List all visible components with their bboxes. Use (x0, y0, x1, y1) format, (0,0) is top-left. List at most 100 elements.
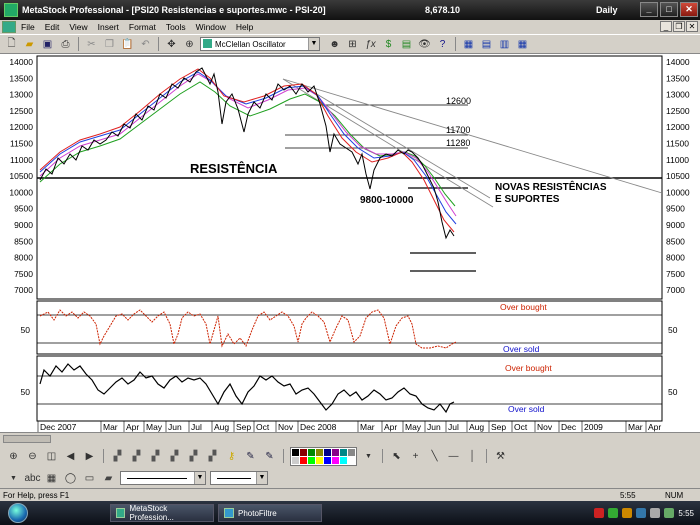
time-axis-label: Mar (103, 422, 118, 432)
messenger-icon[interactable] (636, 508, 647, 518)
print-preview-icon[interactable]: ⎙ (58, 37, 73, 52)
time-axis-label: Sep (236, 422, 251, 432)
chart-canvas[interactable]: 14000 13500 13000 12500 12000 11500 11000 10500… (0, 54, 700, 432)
chart-style-2-icon[interactable]: ▞ (129, 449, 144, 464)
menu-format[interactable]: Format (124, 22, 161, 32)
table-icon[interactable]: ▦ (44, 471, 59, 486)
money-icon[interactable]: ▤ (399, 37, 414, 52)
key-icon[interactable]: ⚷ (224, 449, 239, 464)
start-button[interactable] (0, 501, 36, 525)
pin-icon[interactable]: ✎ (243, 449, 258, 464)
zoom-icon[interactable]: ⊕ (182, 37, 197, 52)
move-cross-icon[interactable]: ✥ (164, 37, 179, 52)
network-icon[interactable] (608, 508, 619, 518)
chevron-down-icon[interactable]: ▼ (194, 472, 205, 484)
chart-style-4-icon[interactable]: ▞ (167, 449, 182, 464)
ellipse-icon[interactable]: ◯ (63, 471, 78, 486)
expert-advisor-icon[interactable]: ☻ (327, 37, 342, 52)
chart-style-5-icon[interactable]: ▞ (186, 449, 201, 464)
fill-icon[interactable]: ▰ (101, 471, 116, 486)
system-tester-icon[interactable]: $ (381, 37, 396, 52)
battery-icon[interactable] (664, 508, 675, 518)
price-tick-left: 10500 (9, 171, 33, 181)
time-axis-label: Dec 2007 (40, 422, 77, 432)
price-tick-left: 11000 (10, 155, 33, 165)
marker-icon[interactable]: ✎ (262, 449, 277, 464)
price-tick-right: 10500 (666, 171, 690, 181)
horizontal-scrollbar[interactable] (0, 432, 700, 444)
taskbar-photofiltre[interactable]: PhotoFiltre (218, 504, 322, 522)
text-tool-icon[interactable]: abc (24, 471, 40, 486)
menu-help[interactable]: Help (231, 22, 258, 32)
price-tick-right: 11500 (666, 139, 689, 149)
menu-file[interactable]: File (16, 22, 40, 32)
security-icon[interactable] (622, 508, 633, 518)
scroll-thumb[interactable] (3, 435, 51, 443)
time-axis-label: Nov (537, 422, 553, 432)
price-tick-right: 9500 (666, 204, 685, 214)
cut-icon[interactable]: ✂ (84, 37, 99, 52)
save-icon[interactable]: ▣ (40, 37, 55, 52)
trendline-icon[interactable]: ╲ (427, 449, 442, 464)
zoom-out-icon[interactable]: ⊖ (25, 449, 40, 464)
doc-minimize-button[interactable]: _ (660, 21, 672, 32)
palette-dropdown-icon[interactable]: ▼ (361, 449, 376, 464)
doc-restore-button[interactable]: ❐ (673, 21, 685, 32)
copy-icon[interactable]: ❐ (102, 37, 117, 52)
minimize-button[interactable]: _ (640, 2, 658, 17)
osc1-tick-left: 50 (21, 325, 31, 335)
horizontal-line-icon[interactable]: — (446, 449, 461, 464)
scroll-left-icon[interactable]: ◀ (63, 449, 78, 464)
metastock-task-icon (116, 508, 126, 518)
time-axis-label: Apr (648, 422, 661, 432)
osc1-tick-right: 50 (668, 325, 678, 335)
cascade-icon[interactable]: ▦ (461, 37, 476, 52)
new-file-icon[interactable]: 🗋 (4, 37, 19, 52)
chart-window[interactable]: 14000 13500 13000 12500 12000 11500 11000 10500… (0, 54, 700, 432)
osc2-overbought-label: Over bought (505, 363, 552, 373)
formula-icon[interactable]: ƒx (363, 37, 378, 52)
chart-style-1-icon[interactable]: ▞ (110, 449, 125, 464)
undo-icon[interactable]: ↶ (138, 37, 153, 52)
color-palette[interactable] (290, 446, 357, 466)
line-width-select[interactable]: ▼ (210, 471, 268, 485)
close-button[interactable]: ✕ (680, 2, 698, 17)
open-folder-icon[interactable]: ▰ (22, 37, 37, 52)
fit-icon[interactable]: ◫ (44, 449, 59, 464)
binoculars-icon[interactable]: 👁 (417, 37, 432, 52)
chart-style-3-icon[interactable]: ▞ (148, 449, 163, 464)
volume-icon[interactable] (650, 508, 661, 518)
menu-tools[interactable]: Tools (161, 22, 191, 32)
tools-icon[interactable]: ⚒ (493, 449, 508, 464)
menu-insert[interactable]: Insert (93, 22, 124, 32)
tile-vertical-icon[interactable]: ▥ (497, 37, 512, 52)
menu-view[interactable]: View (64, 22, 92, 32)
scroll-right-icon[interactable]: ▶ (82, 449, 97, 464)
pointer-icon[interactable]: ⬉ (389, 449, 404, 464)
vertical-line-icon[interactable]: │ (465, 449, 480, 464)
taskbar-metastock[interactable]: MetaStock Profession... (110, 504, 214, 522)
crosshair-icon[interactable]: + (408, 449, 423, 464)
rectangle-icon[interactable]: ▭ (82, 471, 97, 486)
chevron-down-icon[interactable]: ▼ (308, 38, 319, 50)
chart-style-6-icon[interactable]: ▞ (205, 449, 220, 464)
document-icon[interactable] (2, 21, 16, 33)
paste-icon[interactable]: 📋 (120, 37, 135, 52)
menu-window[interactable]: Window (191, 22, 231, 32)
time-axis-label: Oct (514, 422, 528, 432)
metastock-app-icon[interactable] (4, 3, 18, 17)
menu-edit[interactable]: Edit (40, 22, 65, 32)
zoom-in-icon[interactable]: ⊕ (6, 449, 21, 464)
maximize-button[interactable]: □ (660, 2, 678, 17)
period-label: Daily (596, 5, 618, 15)
indicator-select[interactable]: McClellan Oscillator ▼ (200, 37, 320, 51)
help-pointer-icon[interactable]: ? (435, 37, 450, 52)
line-style-select[interactable]: ▼ (120, 471, 206, 485)
antivirus-icon[interactable] (594, 508, 605, 518)
tile-horizontal-icon[interactable]: ▤ (479, 37, 494, 52)
dropdown-arrow-icon[interactable]: ▼ (6, 471, 21, 486)
arrange-icon[interactable]: ▦ (515, 37, 530, 52)
explorer-icon[interactable]: ⊞ (345, 37, 360, 52)
chevron-down-icon[interactable]: ▼ (256, 472, 267, 484)
doc-close-button[interactable]: ✕ (686, 21, 698, 32)
